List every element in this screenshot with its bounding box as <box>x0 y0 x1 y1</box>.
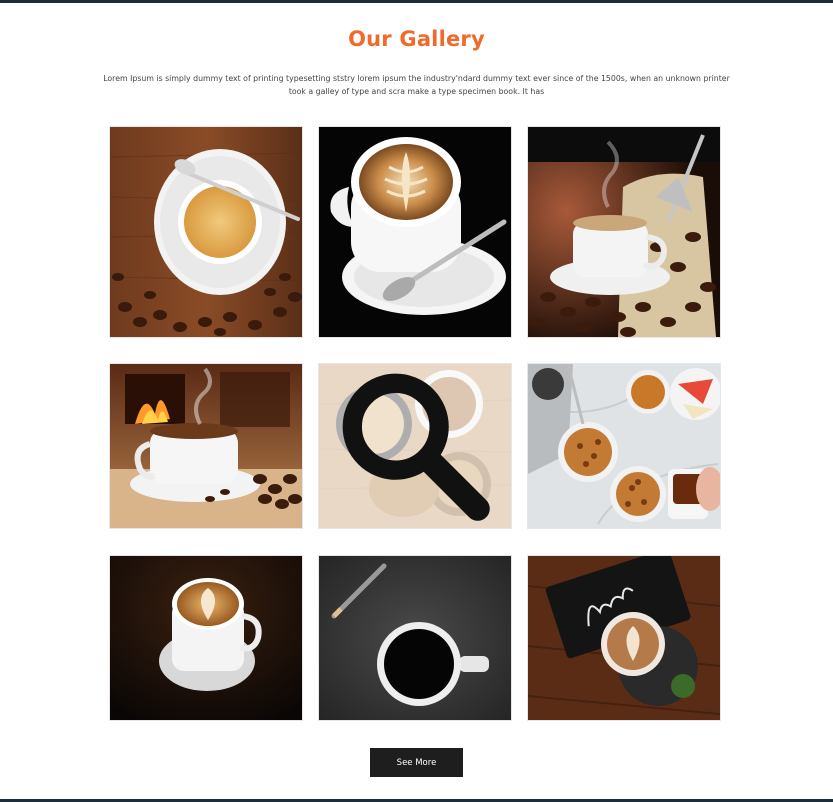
granola-bowls-image <box>528 364 720 528</box>
gallery-image-9[interactable] <box>528 556 720 720</box>
gallery-image-3[interactable] <box>528 127 720 337</box>
search-icon <box>342 373 490 521</box>
gallery-image-5[interactable] <box>319 364 511 528</box>
gallery-grid <box>0 0 833 802</box>
latte-wood-image <box>110 127 302 337</box>
gallery-image-1[interactable] <box>110 127 302 337</box>
gallery-image-2[interactable] <box>319 127 511 337</box>
coffee-sack-image <box>528 127 720 337</box>
image-hover-overlay[interactable] <box>319 364 511 528</box>
gallery-image-8[interactable] <box>319 556 511 720</box>
fireplace-coffee-image <box>110 364 302 528</box>
thanks-latte-image <box>528 556 720 720</box>
black-coffee-image <box>319 556 511 720</box>
gallery-image-4[interactable] <box>110 364 302 528</box>
gallery-image-6[interactable] <box>528 364 720 528</box>
latte-art-image <box>319 127 511 337</box>
see-more-button[interactable]: See More <box>370 748 463 777</box>
gallery-image-7[interactable] <box>110 556 302 720</box>
latte-dark-image <box>110 556 302 720</box>
